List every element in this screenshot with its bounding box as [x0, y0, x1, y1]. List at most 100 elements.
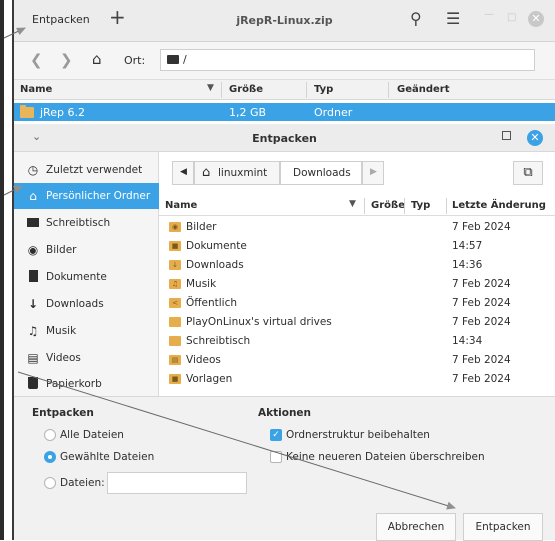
column-size[interactable]: Größe	[229, 84, 263, 95]
list-item[interactable]: ▤ Videos 7 Feb 2024	[159, 351, 555, 370]
column-size[interactable]: Größe	[371, 200, 405, 211]
column-modified[interactable]: Letzte Änderung	[452, 200, 546, 211]
folder-icon	[169, 336, 181, 346]
table-row[interactable]: jRep 6.2 1,2 GB Ordner	[14, 103, 555, 121]
list-item[interactable]: ↓ Downloads 14:36	[159, 256, 555, 275]
sidebar-item-documents[interactable]: Dokumente	[14, 264, 159, 290]
sidebar-item-label: Bilder	[46, 244, 77, 256]
column-modified[interactable]: Geändert	[397, 84, 450, 95]
file-name: Musik	[186, 278, 217, 290]
list-item[interactable]: ◉ Bilder 7 Feb 2024	[159, 218, 555, 237]
row-type: Ordner	[314, 106, 353, 119]
location-path: /	[183, 53, 187, 66]
sidebar-item-label: Schreibtisch	[46, 217, 111, 229]
file-name: Dokumente	[186, 240, 247, 252]
archive-window-headerbar: Entpacken + jRepR-Linux.zip ⚲ ☰ — □ ✕	[14, 0, 555, 42]
path-scroll-right-button[interactable]: ▶	[362, 161, 384, 185]
extract-dialog: ⌄ Entpacken ✕ ◷ Zuletzt verwendet ⌂ Pers…	[14, 124, 555, 541]
list-item[interactable]: < Öffentlich 7 Feb 2024	[159, 294, 555, 313]
sidebar-item-label: Downloads	[46, 298, 104, 310]
file-name: Öffentlich	[186, 297, 237, 309]
sidebar-item-label: Papierkorb	[46, 378, 102, 390]
folder-icon	[167, 55, 179, 64]
location-bar: ❮ ❯ ⌂ Ort: /	[14, 42, 555, 80]
list-item[interactable]: PlayOnLinux's virtual drives 7 Feb 2024	[159, 313, 555, 332]
column-type[interactable]: Typ	[314, 84, 333, 95]
videos-folder-icon: ▤	[169, 355, 181, 365]
sidebar-item-videos[interactable]: ▤ Videos	[14, 345, 159, 371]
all-files-label: Alle Dateien	[60, 429, 124, 441]
sidebar-item-trash[interactable]: Papierkorb	[14, 371, 159, 395]
column-name[interactable]: Name	[165, 200, 197, 211]
list-item[interactable]: ♫ Musik 7 Feb 2024	[159, 275, 555, 294]
file-name: PlayOnLinux's virtual drives	[186, 316, 332, 328]
list-item[interactable]: Schreibtisch 14:34	[159, 332, 555, 351]
file-name: Videos	[186, 354, 221, 366]
sidebar-item-label: Dokumente	[46, 271, 107, 283]
sort-arrow-icon[interactable]: ▼	[349, 199, 356, 209]
keep-structure-checkbox[interactable]: ✓	[270, 429, 282, 441]
sort-arrow-icon[interactable]: ▼	[207, 83, 214, 93]
file-date: 7 Feb 2024	[452, 373, 511, 385]
sidebar-item-label: Videos	[46, 352, 81, 364]
sidebar-item-label: Musik	[46, 325, 77, 337]
film-icon: ▤	[27, 351, 39, 365]
sidebar-item-desktop[interactable]: Schreibtisch	[14, 210, 159, 236]
sidebar-item-home[interactable]: ⌂ Persönlicher Ordner	[14, 183, 159, 209]
location-label: Ort:	[124, 54, 146, 67]
sidebar-item-recent[interactable]: ◷ Zuletzt verwendet	[14, 157, 159, 183]
home-icon[interactable]: ⌂	[92, 50, 102, 68]
list-item[interactable]: ■ Vorlagen 7 Feb 2024	[159, 370, 555, 389]
back-arrow-icon[interactable]: ❮	[30, 51, 43, 69]
sidebar-item-downloads[interactable]: ↓ Downloads	[14, 291, 159, 317]
selected-files-label: Gewählte Dateien	[60, 451, 155, 463]
hamburger-menu-icon[interactable]: ☰	[446, 9, 460, 28]
new-folder-icon: ⧉	[523, 165, 533, 180]
new-folder-button[interactable]: ⧉	[513, 161, 543, 185]
minimize-icon[interactable]: —	[484, 9, 494, 20]
location-input[interactable]: /	[160, 49, 535, 71]
file-list-header: Name ▼ Größe Typ Letzte Änderung	[159, 196, 555, 216]
folder-icon	[169, 317, 181, 327]
maximize-icon[interactable]	[502, 131, 511, 140]
sidebar-item-label: Zuletzt verwendet	[46, 164, 143, 176]
archive-column-header: Name ▼ Größe Typ Geändert	[14, 80, 555, 100]
selected-files-radio[interactable]	[44, 451, 56, 463]
close-icon[interactable]: ✕	[528, 11, 544, 27]
left-window-edge	[0, 0, 4, 540]
dialog-title: Entpacken	[252, 132, 317, 145]
file-date: 7 Feb 2024	[452, 316, 511, 328]
path-segment-downloads[interactable]: Downloads	[280, 161, 362, 185]
home-icon: ⌂	[29, 189, 37, 203]
sidebar-item-pictures[interactable]: ◉ Bilder	[14, 237, 159, 263]
files-pattern-radio[interactable]	[44, 477, 56, 489]
column-name[interactable]: Name	[20, 84, 52, 95]
music-icon: ♫	[27, 324, 39, 338]
sidebar-item-music[interactable]: ♫ Musik	[14, 318, 159, 344]
triangle-right-icon: ▶	[370, 167, 377, 177]
file-date: 7 Feb 2024	[452, 278, 511, 290]
downloads-folder-icon: ↓	[169, 260, 181, 270]
path-scroll-left-button[interactable]: ◀	[172, 161, 194, 185]
files-pattern-label: Dateien:	[60, 477, 105, 489]
pictures-folder-icon: ◉	[169, 222, 181, 232]
close-icon[interactable]: ✕	[527, 130, 543, 146]
no-overwrite-checkbox[interactable]	[270, 451, 282, 463]
templates-folder-icon: ■	[169, 374, 181, 384]
search-icon[interactable]: ⚲	[410, 9, 422, 28]
file-name: Downloads	[186, 259, 244, 271]
forward-arrow-icon[interactable]: ❯	[60, 51, 73, 69]
actions-section-title: Aktionen	[258, 407, 312, 419]
path-segment-home[interactable]: ⌂ linuxmint	[194, 161, 280, 185]
trash-icon	[26, 377, 40, 391]
all-files-radio[interactable]	[44, 429, 56, 441]
archive-window-title: jRepR-Linux.zip	[236, 14, 333, 27]
file-date: 14:34	[452, 335, 483, 347]
maximize-icon[interactable]: □	[507, 12, 516, 23]
files-pattern-input[interactable]	[107, 472, 247, 494]
column-type[interactable]: Typ	[411, 200, 430, 211]
path-bar: ◀ ⌂ linuxmint Downloads ▶	[172, 161, 472, 185]
extract-button[interactable]: Entpacken	[463, 513, 543, 541]
list-item[interactable]: ■ Dokumente 14:57	[159, 237, 555, 256]
cancel-button[interactable]: Abbrechen	[376, 513, 456, 541]
